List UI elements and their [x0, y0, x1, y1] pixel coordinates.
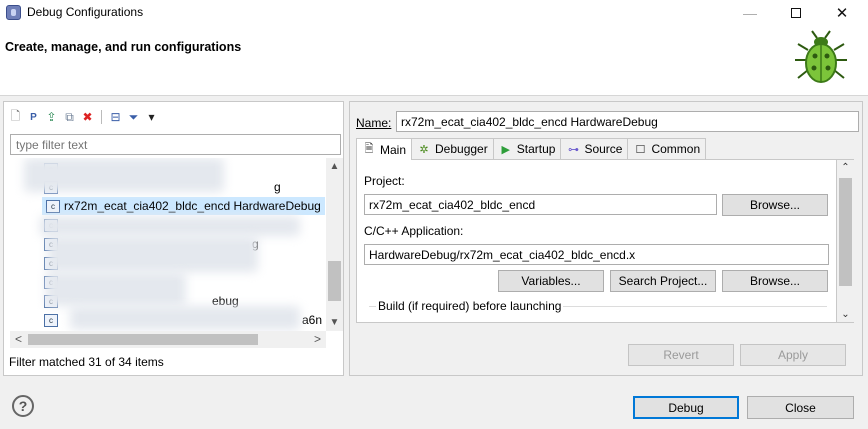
tree-horizontal-scrollbar[interactable]: < >: [10, 331, 326, 348]
scroll-thumb[interactable]: [328, 261, 341, 301]
tab-label: Debugger: [435, 142, 488, 156]
maximize-button[interactable]: [774, 0, 818, 26]
variables-button[interactable]: Variables...: [498, 270, 604, 292]
tree-toolbar: 🗋 P ⇪ ⧉ ✖ ⊟ ⏷ ▾: [8, 107, 159, 127]
scroll-thumb[interactable]: [28, 334, 258, 345]
revert-button[interactable]: Revert: [628, 344, 734, 366]
tab-content-scrollbar[interactable]: ⌃ ⌄: [837, 159, 854, 323]
close-window-button[interactable]: ✕: [820, 0, 864, 26]
scroll-left-arrow[interactable]: <: [10, 331, 27, 348]
configuration-editor-panel: Name: 🗎 Main ✲ Debugger ▶ Startup ⊶ Sour…: [349, 101, 863, 376]
minimize-button[interactable]: —: [728, 0, 772, 26]
redacted-region: [70, 306, 300, 330]
redacted-region: [24, 158, 224, 192]
c-config-icon: c: [46, 199, 60, 213]
scroll-right-arrow[interactable]: >: [309, 331, 326, 348]
duplicate-icon[interactable]: ⧉: [62, 110, 77, 125]
new-prototype-icon[interactable]: P: [26, 110, 41, 125]
name-field[interactable]: [396, 111, 859, 132]
tab-label: Startup: [516, 142, 556, 156]
scroll-up-arrow[interactable]: ⌃: [837, 162, 854, 173]
button-label: Browse...: [749, 274, 800, 288]
new-configuration-icon[interactable]: 🗋: [8, 109, 23, 125]
debug-button[interactable]: Debug: [633, 396, 739, 419]
tab-source[interactable]: ⊶ Source: [560, 138, 629, 159]
filter-status: Filter matched 31 of 34 items: [9, 355, 164, 369]
tree-vertical-scrollbar[interactable]: ▲ ▼: [326, 158, 343, 331]
filter-input[interactable]: [10, 134, 341, 155]
source-tab-icon: ⊶: [567, 143, 579, 156]
delete-icon[interactable]: ✖: [80, 110, 95, 125]
button-label: Close: [785, 400, 816, 415]
maximize-icon: [791, 8, 801, 18]
eclipse-app-icon: [6, 5, 21, 20]
toolbar-separator: [101, 110, 102, 124]
search-project-button[interactable]: Search Project...: [610, 270, 716, 292]
tree-item-selected[interactable]: c rx72m_ecat_cia402_bldc_encd HardwareDe…: [42, 197, 325, 215]
apply-button[interactable]: Apply: [740, 344, 846, 366]
debugger-tab-icon: ✲: [419, 143, 429, 156]
tab-debugger[interactable]: ✲ Debugger: [411, 138, 494, 159]
window-title: Debug Configurations: [27, 5, 144, 19]
button-label: Apply: [777, 348, 809, 362]
header-banner: Create, manage, and run configurations: [0, 26, 868, 96]
scroll-up-arrow[interactable]: ▲: [326, 158, 343, 175]
configuration-tree: c c g c rx72m_ecat_cia402_bldc_encd Hard…: [10, 158, 325, 331]
tab-label: Main: [380, 142, 407, 157]
collapse-all-icon[interactable]: ⊟: [108, 110, 123, 125]
button-label: Debug: [668, 400, 704, 415]
bug-icon: [795, 30, 847, 83]
tab-startup[interactable]: ▶ Startup: [492, 138, 562, 159]
redacted-region: [46, 272, 186, 306]
common-tab-icon: ☐: [635, 143, 646, 156]
help-icon[interactable]: ?: [12, 395, 34, 417]
filter-icon[interactable]: ⏷: [126, 110, 141, 125]
startup-tab-icon: ▶: [501, 143, 510, 156]
c-config-icon: c: [44, 313, 58, 327]
tab-common[interactable]: ☐ Common: [627, 138, 707, 159]
tree-item-label: g: [274, 180, 281, 194]
scroll-down-arrow[interactable]: ▼: [326, 314, 343, 331]
main-tab-icon: 🗎: [364, 143, 374, 155]
tree-item-label: a6n: [302, 313, 323, 327]
scroll-thumb[interactable]: [839, 178, 852, 286]
main-tab-content: Project: Browse... C/C++ Application: Va…: [356, 159, 837, 323]
redacted-region: [40, 216, 300, 236]
button-label: Browse...: [749, 198, 800, 212]
name-label: Name:: [356, 116, 392, 130]
configuration-tree-panel: 🗋 P ⇪ ⧉ ✖ ⊟ ⏷ ▾ c c g c rx72m_ecat_cia40…: [3, 101, 344, 376]
browse-project-button[interactable]: Browse...: [722, 194, 828, 216]
tab-main[interactable]: 🗎 Main: [356, 138, 413, 160]
config-tabs: 🗎 Main ✲ Debugger ▶ Startup ⊶ Source ☐ C…: [356, 138, 707, 160]
tab-label: Common: [651, 142, 701, 156]
button-label: Search Project...: [618, 274, 708, 288]
scroll-down-arrow[interactable]: ⌄: [837, 309, 854, 320]
application-label: C/C++ Application:: [364, 224, 464, 238]
view-menu-icon[interactable]: ▾: [144, 110, 159, 125]
close-button[interactable]: Close: [747, 396, 854, 419]
export-icon[interactable]: ⇪: [44, 110, 59, 125]
title-bar: Debug Configurations — ✕: [0, 0, 868, 26]
browse-application-button[interactable]: Browse...: [722, 270, 828, 292]
button-label: Revert: [663, 348, 699, 362]
tab-label: Source: [584, 142, 623, 156]
project-label: Project:: [364, 174, 405, 188]
project-field[interactable]: [364, 194, 717, 215]
button-label: Variables...: [521, 274, 581, 288]
build-group-label: Build (if required) before launching: [376, 299, 564, 313]
tree-item-label: rx72m_ecat_cia402_bldc_encd HardwareDebu…: [64, 199, 321, 213]
application-field[interactable]: [364, 244, 829, 265]
banner-title: Create, manage, and run configurations: [5, 40, 242, 54]
redacted-region: [48, 236, 258, 272]
